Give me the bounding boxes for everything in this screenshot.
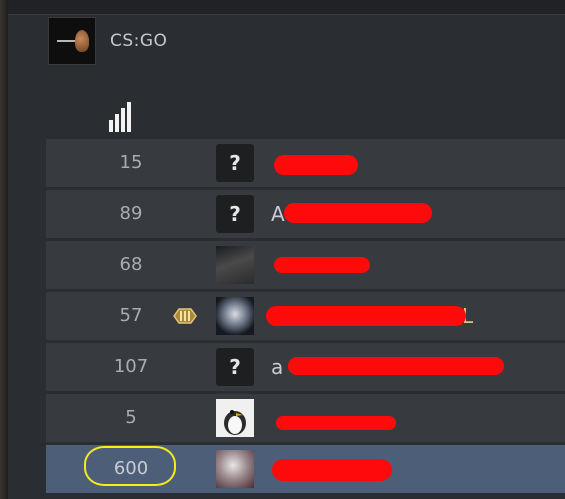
ping-value: 5 xyxy=(125,407,137,428)
redaction-mark xyxy=(272,459,392,481)
scoreboard-panel: CS:GO 15 ? 89 ? A 68 57 L 107 ? a 5 600 xyxy=(8,0,565,499)
ping-value: 15 xyxy=(119,152,143,173)
ping-value: 68 xyxy=(119,254,143,275)
window-edge xyxy=(0,0,8,499)
redaction-mark xyxy=(288,357,504,375)
table-row[interactable]: 68 xyxy=(46,241,565,289)
redaction-mark xyxy=(276,416,396,430)
signal-bars-icon xyxy=(109,100,139,132)
player-name[interactable]: a xyxy=(271,343,284,391)
table-row[interactable]: 107 ? a xyxy=(46,343,565,391)
avatar[interactable] xyxy=(216,297,254,335)
avatar[interactable] xyxy=(216,450,254,488)
highlight-circle-annotation xyxy=(84,446,176,486)
top-bar xyxy=(8,0,565,15)
redaction-mark xyxy=(266,306,466,326)
ping-value: 89 xyxy=(119,203,143,224)
redaction-mark xyxy=(274,155,358,175)
ping-value: 107 xyxy=(113,356,149,377)
game-header: CS:GO xyxy=(48,15,448,67)
unknown-avatar-icon[interactable]: ? xyxy=(216,144,254,182)
table-row[interactable]: 89 ? A xyxy=(46,190,565,238)
redaction-mark xyxy=(274,257,370,273)
redaction-mark xyxy=(284,203,432,223)
table-row[interactable]: 57 E L xyxy=(46,292,565,340)
player-table: 15 ? 89 ? A 68 57 L 107 ? a 5 600 xyxy=(46,139,565,496)
unknown-avatar-icon[interactable]: ? xyxy=(216,348,254,386)
avatar[interactable] xyxy=(216,399,254,437)
ping-value: 57 xyxy=(119,305,143,326)
table-row[interactable]: 5 xyxy=(46,394,565,442)
avatar[interactable] xyxy=(216,246,254,284)
unknown-avatar-icon[interactable]: ? xyxy=(216,195,254,233)
csgo-logo-icon xyxy=(48,17,96,65)
gold-rank-badge-icon xyxy=(170,301,200,331)
game-title: CS:GO xyxy=(110,31,168,51)
table-row[interactable]: 15 ? xyxy=(46,139,565,187)
